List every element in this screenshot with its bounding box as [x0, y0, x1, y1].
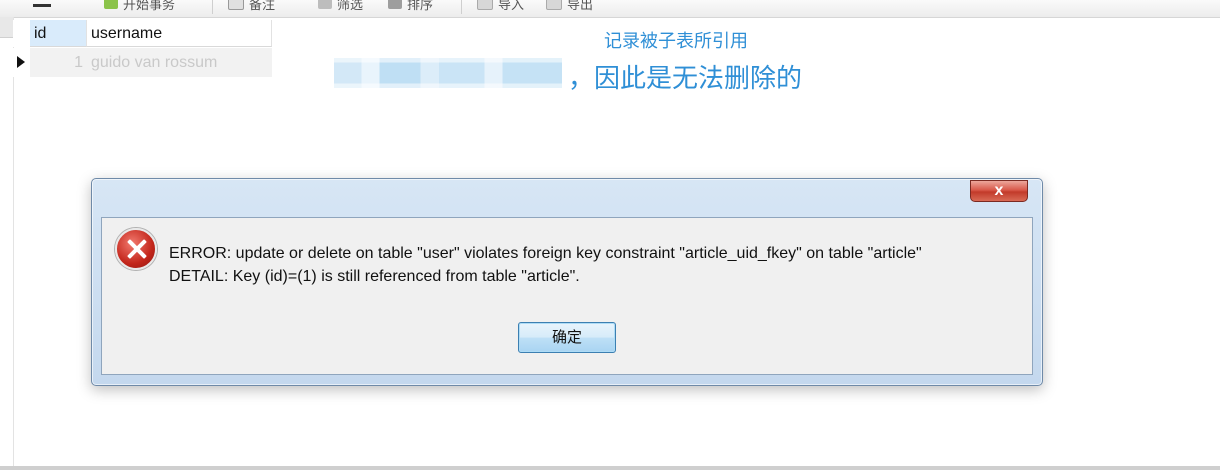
error-message: ERROR: update or delete on table "user" … [169, 242, 922, 288]
column-header-id[interactable]: id [30, 20, 87, 47]
filter-label: 筛选 [337, 0, 364, 12]
memo-label: 备注 [249, 0, 276, 12]
cell-id[interactable]: 1 [30, 48, 87, 77]
sort-icon [388, 0, 402, 9]
left-panel-tab[interactable] [0, 17, 13, 38]
error-line: ERROR: update or delete on table "user" … [169, 245, 922, 262]
transaction-icon [104, 0, 118, 9]
left-panel-edge [0, 17, 14, 470]
annotation-line-1: 记录被子表所引用 [604, 31, 748, 51]
annotation-line-2: ，因此是无法删除的 [568, 63, 803, 93]
row-selector[interactable] [13, 48, 31, 77]
sort-label: 排序 [407, 0, 434, 12]
import-label: 导入 [498, 0, 525, 12]
detail-line: DETAIL: Key (id)=(1) is still referenced… [169, 268, 580, 285]
error-icon [115, 228, 157, 270]
cell-username[interactable]: guido van rossum [87, 48, 272, 77]
export-icon [546, 0, 562, 10]
filter-button[interactable]: 筛选 [318, 0, 364, 12]
filter-icon [318, 0, 332, 9]
close-button[interactable]: x [970, 180, 1028, 202]
table-row[interactable]: 1 guido van rossum [13, 48, 272, 77]
toolbar: 开始事务 备注 筛选 排序 导入 导出 [0, 0, 1220, 18]
dialog-content: ERROR: update or delete on table "user" … [101, 217, 1033, 375]
header-corner [13, 20, 30, 47]
blurred-text [334, 58, 562, 88]
current-row-arrow-icon [17, 56, 25, 68]
ok-button[interactable]: 确定 [518, 322, 616, 353]
export-button[interactable]: 导出 [546, 0, 594, 12]
toolbar-divider [461, 0, 462, 14]
toolbar-divider [212, 0, 213, 14]
bottom-border [0, 466, 1220, 470]
begin-transaction-button[interactable]: 开始事务 [104, 0, 176, 12]
export-label: 导出 [567, 0, 594, 12]
error-dialog: x ERROR: update or delete on table "user… [91, 178, 1043, 386]
close-icon: x [994, 182, 1004, 199]
import-icon [477, 0, 493, 10]
begin-transaction-label: 开始事务 [123, 0, 176, 12]
minimize-icon[interactable] [33, 4, 51, 7]
memo-button[interactable]: 备注 [228, 0, 276, 12]
memo-icon [228, 0, 244, 10]
grid-header: id username [13, 20, 272, 47]
column-header-username[interactable]: username [87, 20, 272, 47]
import-button[interactable]: 导入 [477, 0, 525, 12]
sort-button[interactable]: 排序 [388, 0, 434, 12]
